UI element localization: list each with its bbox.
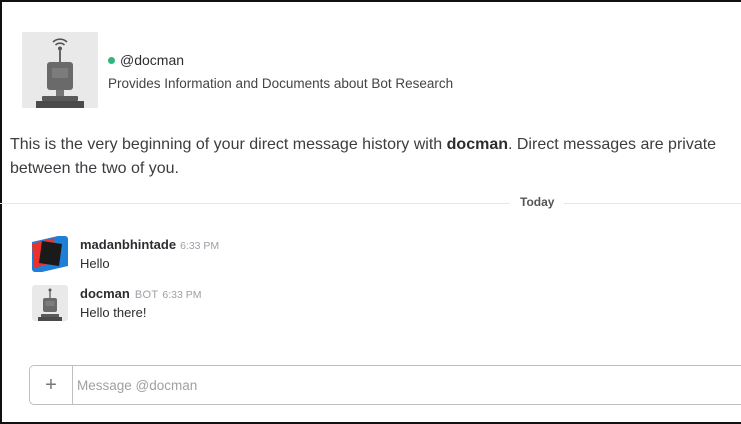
message-text: Hello there!	[80, 305, 147, 320]
intro-prefix: This is the very beginning of your direc…	[10, 136, 447, 153]
presence-indicator	[108, 56, 115, 64]
robot-icon	[22, 32, 98, 108]
intro-bot-name[interactable]: docman	[447, 136, 508, 153]
user-avatar-icon[interactable]	[32, 236, 68, 272]
channel-header: @docman Provides Information and Documen…	[22, 32, 722, 108]
message-timestamp[interactable]: 6:33 PM	[162, 289, 201, 301]
channel-handle[interactable]: @docman	[120, 52, 184, 68]
add-attachment-button[interactable]: +	[30, 366, 73, 404]
robot-icon[interactable]	[32, 285, 68, 321]
message-text: Hello	[80, 256, 110, 271]
channel-title: @docman	[108, 52, 184, 68]
bot-badge: BOT	[134, 289, 159, 301]
day-divider	[0, 203, 741, 204]
message-composer: +	[29, 365, 741, 405]
history-intro: This is the very beginning of your direc…	[10, 133, 740, 181]
message-timestamp[interactable]: 6:33 PM	[180, 240, 219, 252]
message-input[interactable]	[73, 366, 723, 404]
message-sender[interactable]: madanbhintade	[80, 237, 176, 252]
channel-description: Provides Information and Documents about…	[108, 76, 454, 91]
day-divider-label: Today	[510, 195, 565, 209]
message-sender[interactable]: docman	[80, 286, 130, 301]
